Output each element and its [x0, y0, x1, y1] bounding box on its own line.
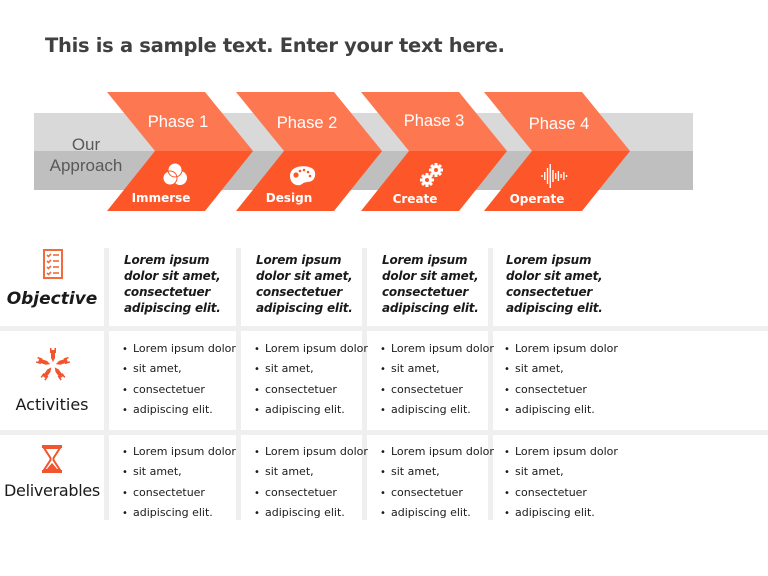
deliverables-cell-phase-2: Lorem ipsum dolor sit amet, consectetuer… — [254, 442, 376, 523]
deliverables-cell-phase-4: Lorem ipsum dolor sit amet, consectetuer… — [504, 442, 626, 523]
grid-divider — [0, 326, 768, 331]
activities-cell-phase-1: Lorem ipsum dolor sit amet, consectetuer… — [122, 339, 244, 420]
cell-line: adipiscing elit. — [124, 301, 221, 315]
bullet-item: Lorem ipsum dolor — [380, 442, 502, 462]
bullet-list: Lorem ipsum dolor sit amet, consectetuer… — [504, 339, 626, 420]
checklist-icon — [43, 249, 63, 279]
cell-line: Lorem ipsum — [124, 253, 210, 267]
objective-cell-phase-2: Lorem ipsum dolor sit amet, consectetuer… — [256, 252, 378, 316]
approach-label-line1: Our — [71, 135, 101, 154]
activities-cell-phase-3: Lorem ipsum dolor sit amet, consectetuer… — [380, 339, 502, 420]
bullet-item: Lorem ipsum dolor — [254, 339, 376, 359]
cell-line: dolor sit amet, — [124, 269, 221, 283]
bullet-item: consectetuer — [254, 380, 376, 400]
venn-circles-icon — [162, 162, 187, 186]
bullet-item: consectetuer — [122, 380, 244, 400]
phase-2-sublabel: Design — [265, 191, 313, 205]
bullet-item: adipiscing elit. — [380, 503, 502, 523]
cell-line: dolor sit amet, — [382, 269, 479, 283]
phase-4-sublabel: Operate — [509, 192, 565, 206]
bullet-item: sit amet, — [122, 359, 244, 379]
cell-line: consectetuer — [124, 285, 211, 299]
hands-teamwork-icon — [36, 348, 70, 381]
bullet-item: sit amet, — [254, 359, 376, 379]
bullet-item: sit amet, — [122, 462, 244, 482]
bullet-list: Lorem ipsum dolor sit amet, consectetuer… — [504, 442, 626, 523]
bullet-item: Lorem ipsum dolor — [122, 442, 244, 462]
row-label-objective: Objective — [6, 289, 98, 309]
bullet-item: consectetuer — [380, 380, 502, 400]
objective-cell-phase-1: Lorem ipsum dolor sit amet, consectetuer… — [124, 252, 246, 316]
phase-1-label: Phase 1 — [147, 113, 209, 131]
bullet-item: Lorem ipsum dolor — [254, 442, 376, 462]
cell-line: Lorem ipsum — [506, 253, 592, 267]
bullet-item: adipiscing elit. — [254, 400, 376, 420]
bullet-item: Lorem ipsum dolor — [504, 442, 626, 462]
grid-divider — [0, 430, 768, 435]
activities-cell-phase-2: Lorem ipsum dolor sit amet, consectetuer… — [254, 339, 376, 420]
bullet-item: Lorem ipsum dolor — [122, 339, 244, 359]
bullet-list: Lorem ipsum dolor sit amet, consectetuer… — [122, 339, 244, 420]
bullet-item: Lorem ipsum dolor — [504, 339, 626, 359]
objective-cell-phase-3: Lorem ipsum dolor sit amet, consectetuer… — [382, 252, 504, 316]
phase-3-sublabel: Create — [392, 192, 438, 206]
paint-palette-icon — [290, 166, 316, 186]
bullet-item: consectetuer — [122, 483, 244, 503]
bullet-item: sit amet, — [504, 462, 626, 482]
cell-line: adipiscing elit. — [506, 301, 603, 315]
slide-title: This is a sample text. Enter your text h… — [45, 34, 505, 57]
phase-1-sublabel: Immerse — [131, 191, 191, 205]
approach-band-bottom — [34, 151, 693, 190]
bullet-list: Lorem ipsum dolor sit amet, consectetuer… — [380, 339, 502, 420]
bullet-item: adipiscing elit. — [254, 503, 376, 523]
bullet-item: consectetuer — [504, 483, 626, 503]
approach-label: Our Approach — [40, 134, 132, 176]
deliverables-cell-phase-3: Lorem ipsum dolor sit amet, consectetuer… — [380, 442, 502, 523]
bullet-item: adipiscing elit. — [504, 503, 626, 523]
bullet-item: consectetuer — [504, 380, 626, 400]
phase-4-label: Phase 4 — [528, 115, 590, 133]
cell-line: Lorem ipsum — [382, 253, 468, 267]
phase-3-label: Phase 3 — [403, 112, 465, 130]
bullet-item: adipiscing elit. — [122, 503, 244, 523]
phase-2-label: Phase 2 — [276, 114, 338, 132]
bullet-item: adipiscing elit. — [504, 400, 626, 420]
hourglass-icon — [42, 445, 62, 473]
bullet-item: sit amet, — [504, 359, 626, 379]
cell-line: consectetuer — [382, 285, 469, 299]
bullet-item: Lorem ipsum dolor — [380, 339, 502, 359]
approach-label-line2: Approach — [49, 156, 123, 175]
bullet-list: Lorem ipsum dolor sit amet, consectetuer… — [254, 339, 376, 420]
grid-divider — [104, 248, 109, 520]
row-label-deliverables: Deliverables — [4, 481, 100, 500]
gears-icon — [420, 163, 443, 187]
cell-line: consectetuer — [256, 285, 343, 299]
cell-line: dolor sit amet, — [506, 269, 603, 283]
row-label-activities: Activities — [15, 395, 89, 414]
bullet-item: sit amet, — [254, 462, 376, 482]
phase-details-table: Objective Lorem ipsum dolor sit amet, co… — [0, 248, 768, 520]
cell-line: adipiscing elit. — [256, 301, 353, 315]
cell-line: adipiscing elit. — [382, 301, 479, 315]
sound-wave-icon — [541, 164, 568, 188]
bullet-list: Lorem ipsum dolor sit amet, consectetuer… — [122, 442, 244, 523]
cell-line: Lorem ipsum — [256, 253, 342, 267]
bullet-item: adipiscing elit. — [122, 400, 244, 420]
objective-cell-phase-4: Lorem ipsum dolor sit amet, consectetuer… — [506, 252, 628, 316]
deliverables-cell-phase-1: Lorem ipsum dolor sit amet, consectetuer… — [122, 442, 244, 523]
bullet-item: consectetuer — [380, 483, 502, 503]
bullet-item: sit amet, — [380, 462, 502, 482]
cell-line: dolor sit amet, — [256, 269, 353, 283]
bullet-list: Lorem ipsum dolor sit amet, consectetuer… — [380, 442, 502, 523]
bullet-list: Lorem ipsum dolor sit amet, consectetuer… — [254, 442, 376, 523]
bullet-item: consectetuer — [254, 483, 376, 503]
cell-line: consectetuer — [506, 285, 593, 299]
bullet-item: adipiscing elit. — [380, 400, 502, 420]
activities-cell-phase-4: Lorem ipsum dolor sit amet, consectetuer… — [504, 339, 626, 420]
bullet-item: sit amet, — [380, 359, 502, 379]
